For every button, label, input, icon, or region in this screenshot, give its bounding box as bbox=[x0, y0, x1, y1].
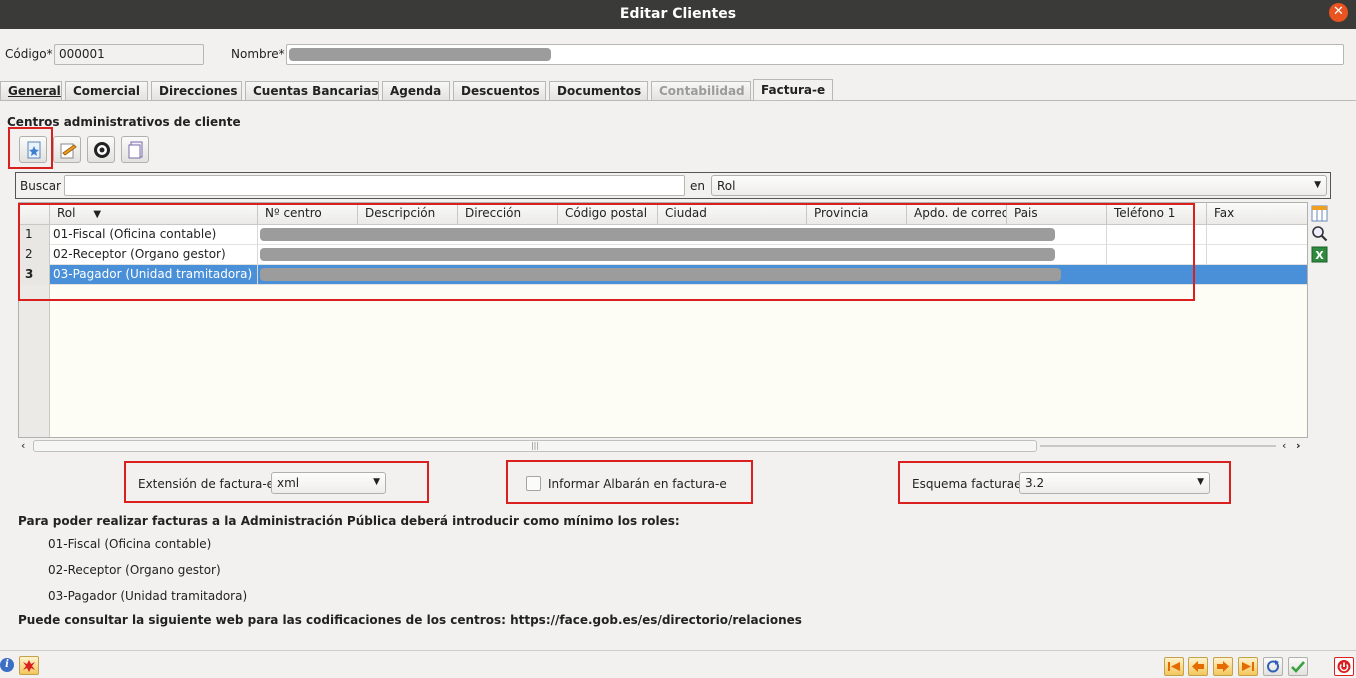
chevron-down-icon: ▼ bbox=[1314, 180, 1321, 190]
tab-documentos[interactable]: Documentos bbox=[549, 81, 648, 100]
scroll-right-end-icon[interactable]: › bbox=[1296, 439, 1301, 452]
nombre-label: Nombre* bbox=[231, 47, 285, 61]
tab-cuentas-bancarias[interactable]: Cuentas Bancarias bbox=[245, 81, 379, 100]
scrollbar-thumb[interactable]: ||| bbox=[33, 440, 1037, 452]
tab-factura-e[interactable]: Factura-e bbox=[753, 79, 833, 101]
tab-contabilidad: Contabilidad bbox=[651, 81, 751, 100]
window-title: Editar Clientes bbox=[619, 6, 737, 22]
search-label: Buscar bbox=[20, 179, 61, 193]
previous-record-button[interactable] bbox=[1188, 657, 1208, 676]
configure-columns-icon bbox=[1311, 205, 1328, 222]
tab-descuentos[interactable]: Descuentos bbox=[453, 81, 546, 100]
last-record-icon bbox=[1242, 662, 1254, 671]
window-titlebar: Editar Clientes ✕ bbox=[0, 0, 1356, 29]
last-record-button[interactable] bbox=[1238, 657, 1258, 676]
tab-direcciones[interactable]: Direcciones bbox=[151, 81, 242, 100]
next-record-button[interactable] bbox=[1213, 657, 1233, 676]
highlight-new-button bbox=[8, 127, 53, 169]
exit-button[interactable] bbox=[1334, 657, 1354, 676]
configure-columns-button[interactable] bbox=[1311, 205, 1328, 222]
search-field-select[interactable]: Rol ▼ bbox=[711, 175, 1327, 196]
row-number-gutter bbox=[19, 285, 50, 437]
tab-comercial[interactable]: Comercial bbox=[65, 81, 148, 100]
horizontal-scrollbar[interactable]: ‹ ||| ‹ › bbox=[18, 439, 1308, 454]
close-icon[interactable]: ✕ bbox=[1329, 3, 1348, 22]
excel-export-button[interactable]: X bbox=[1311, 246, 1328, 263]
search-in-label: en bbox=[690, 179, 705, 193]
svg-text:X: X bbox=[1315, 249, 1324, 262]
delete-record-icon bbox=[94, 142, 110, 158]
next-record-icon bbox=[1217, 661, 1229, 672]
tab-bar: General Comercial Direcciones Cuentas Ba… bbox=[0, 79, 1356, 101]
highlight-table bbox=[18, 203, 1195, 301]
search-input[interactable] bbox=[64, 175, 685, 196]
highlight-extension bbox=[124, 461, 429, 503]
nombre-field[interactable] bbox=[286, 44, 1344, 65]
search-icon bbox=[1312, 226, 1328, 242]
info-link: Puede consultar la siguiente web para la… bbox=[18, 613, 802, 627]
info-intro: Para poder realizar facturas a la Admini… bbox=[18, 514, 680, 528]
cell-fax[interactable] bbox=[1207, 225, 1307, 245]
scrollbar-track bbox=[1040, 445, 1276, 447]
search-grid-button[interactable] bbox=[1311, 225, 1328, 242]
highlight-esquema bbox=[898, 461, 1231, 504]
refresh-icon bbox=[1267, 660, 1279, 673]
scroll-left-icon[interactable]: ‹ bbox=[21, 439, 25, 452]
exit-icon bbox=[1337, 660, 1351, 673]
previous-record-icon bbox=[1192, 661, 1204, 672]
bug-icon[interactable] bbox=[19, 656, 39, 675]
delete-record-button[interactable] bbox=[87, 136, 115, 163]
cell-fax[interactable] bbox=[1207, 245, 1307, 265]
accept-button[interactable] bbox=[1288, 657, 1308, 676]
tab-general[interactable]: General bbox=[0, 81, 62, 100]
column-header-fax[interactable]: Fax bbox=[1207, 203, 1307, 225]
excel-export-icon: X bbox=[1311, 246, 1328, 263]
refresh-button[interactable] bbox=[1263, 657, 1283, 676]
tab-agenda[interactable]: Agenda bbox=[382, 81, 450, 100]
accept-icon bbox=[1291, 661, 1305, 673]
first-record-icon bbox=[1168, 662, 1180, 671]
copy-record-button[interactable] bbox=[121, 136, 149, 163]
codigo-field[interactable]: 000001 bbox=[54, 44, 204, 65]
tab-divider bbox=[0, 100, 1356, 101]
footer-divider bbox=[0, 650, 1356, 651]
first-record-button[interactable] bbox=[1164, 657, 1184, 676]
edit-record-icon bbox=[60, 143, 77, 159]
info-role-1: 01-Fiscal (Oficina contable) bbox=[48, 537, 212, 551]
edit-record-button[interactable] bbox=[53, 136, 81, 163]
search-field-value: Rol bbox=[717, 179, 736, 193]
redacted-text bbox=[289, 48, 551, 61]
info-role-2: 02-Receptor (Organo gestor) bbox=[48, 563, 221, 577]
info-role-3: 03-Pagador (Unidad tramitadora) bbox=[48, 589, 248, 603]
copy-record-icon bbox=[128, 141, 143, 159]
highlight-albaran bbox=[506, 460, 753, 504]
scroll-right-icon[interactable]: ‹ bbox=[1282, 439, 1286, 452]
info-icon[interactable]: i bbox=[0, 658, 14, 672]
codigo-label: Código* bbox=[5, 47, 53, 61]
